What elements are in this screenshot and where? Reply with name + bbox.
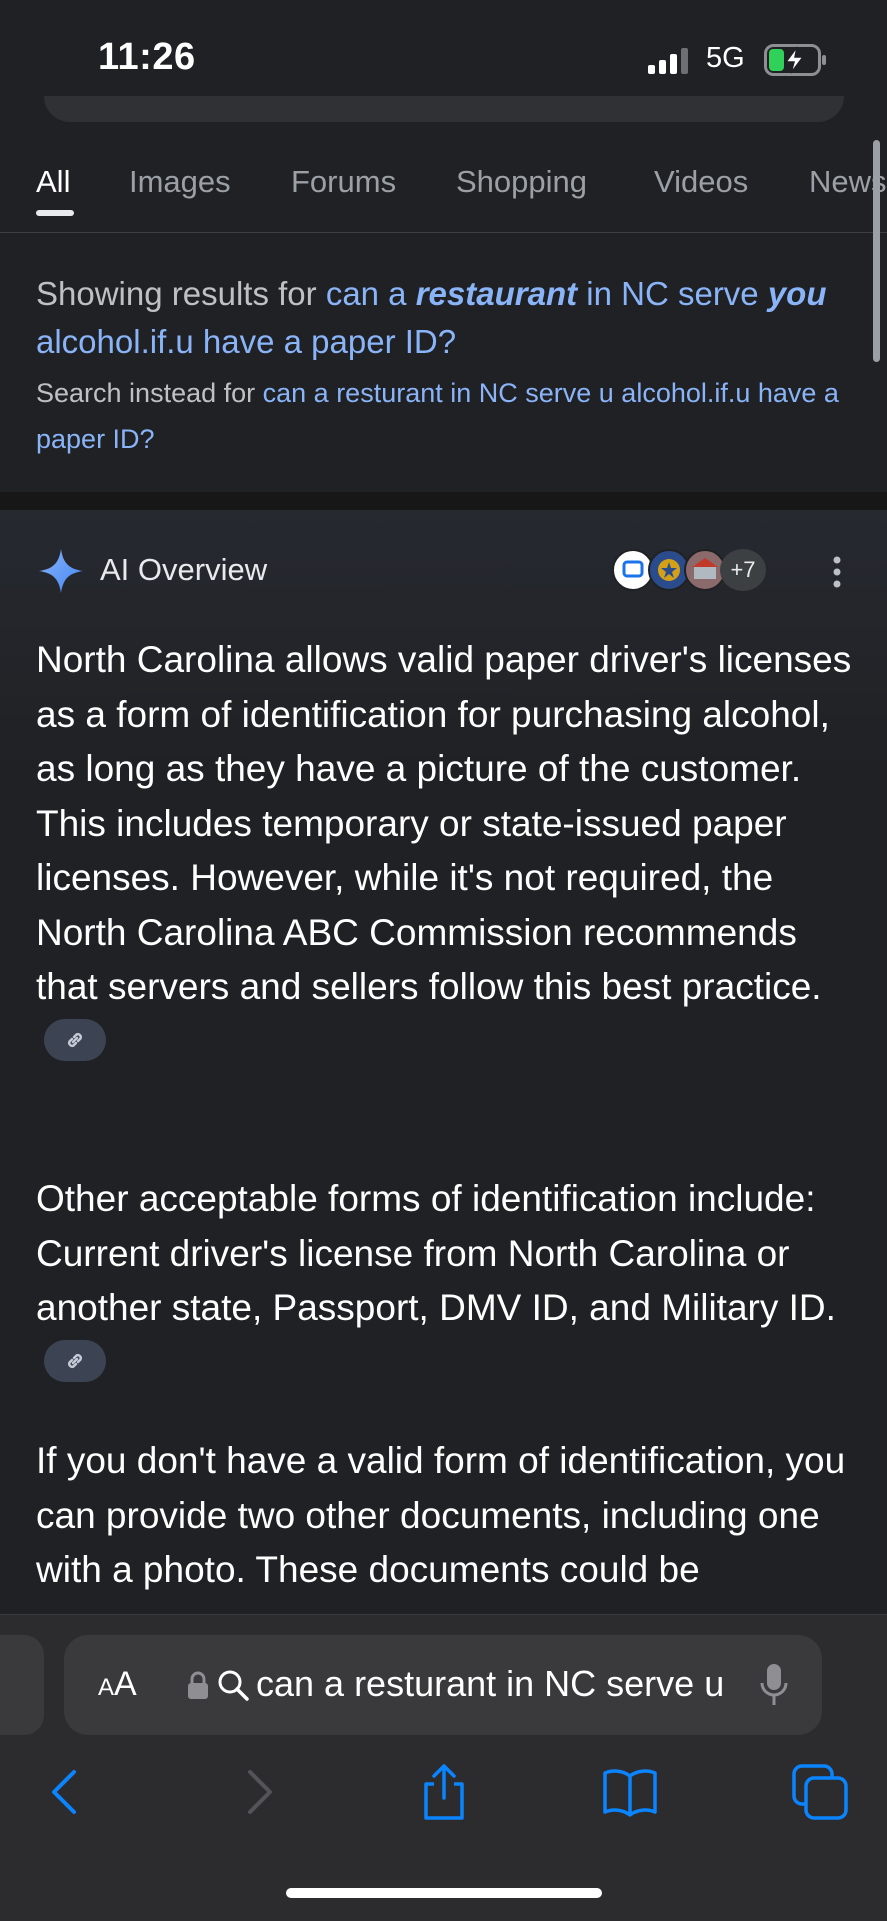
search-icon — [218, 1670, 249, 1701]
spelling-correction: Showing results for can a restaurant in … — [36, 270, 856, 462]
forward-icon[interactable] — [228, 1762, 288, 1822]
share-icon[interactable] — [414, 1762, 474, 1822]
previous-tab-peek[interactable] — [0, 1635, 44, 1735]
ai-paragraph: If you don't have a valid form of identi… — [36, 1440, 846, 1590]
home-indicator[interactable] — [286, 1888, 602, 1898]
link-icon — [68, 1032, 82, 1047]
tab-videos[interactable]: Videos — [654, 164, 748, 200]
more-sources-count: +7 — [720, 549, 766, 591]
tab-images[interactable]: Images — [129, 164, 231, 200]
citation-link-button[interactable] — [44, 1339, 106, 1382]
tabs-icon[interactable] — [790, 1762, 850, 1822]
search-instead-line: Search instead for can a resturant in NC… — [36, 378, 839, 454]
ai-overview-title: AI Overview — [100, 552, 268, 587]
mic-icon[interactable] — [760, 1663, 788, 1707]
search-tabs: All Images Forums Shopping Videos News — [0, 140, 887, 233]
back-icon[interactable] — [36, 1762, 96, 1822]
section-divider — [0, 492, 887, 510]
sparkle-icon — [39, 549, 83, 593]
link-icon — [68, 1353, 82, 1368]
bookmarks-icon[interactable] — [600, 1762, 660, 1822]
ai-paragraph: North Carolina allows valid paper driver… — [36, 633, 856, 1069]
tab-shopping[interactable]: Shopping — [456, 164, 587, 200]
battery-charging-icon — [764, 44, 826, 76]
lock-icon — [188, 1671, 208, 1699]
tab-all[interactable]: All — [36, 164, 70, 200]
ai-paragraph: Other acceptable forms of identification… — [36, 1172, 856, 1390]
more-vert-icon[interactable] — [827, 552, 847, 592]
scrollbar[interactable] — [873, 140, 880, 362]
showing-results-line: Showing results for can a restaurant in … — [36, 275, 827, 360]
text-size-button[interactable]: AA — [98, 1665, 137, 1704]
signal-icon — [648, 48, 688, 74]
url-text[interactable]: can a resturant in NC serve u alcohol.if… — [256, 1663, 724, 1705]
network-type: 5G — [706, 42, 745, 74]
active-tab-indicator — [36, 210, 74, 216]
status-time: 11:26 — [98, 36, 196, 78]
tab-forums[interactable]: Forums — [291, 164, 396, 200]
search-box-edge[interactable] — [44, 96, 844, 122]
status-bar: 11:26 5G — [0, 0, 887, 110]
citation-link-button[interactable] — [44, 1018, 106, 1061]
source-avatars[interactable]: +7 — [612, 549, 772, 595]
